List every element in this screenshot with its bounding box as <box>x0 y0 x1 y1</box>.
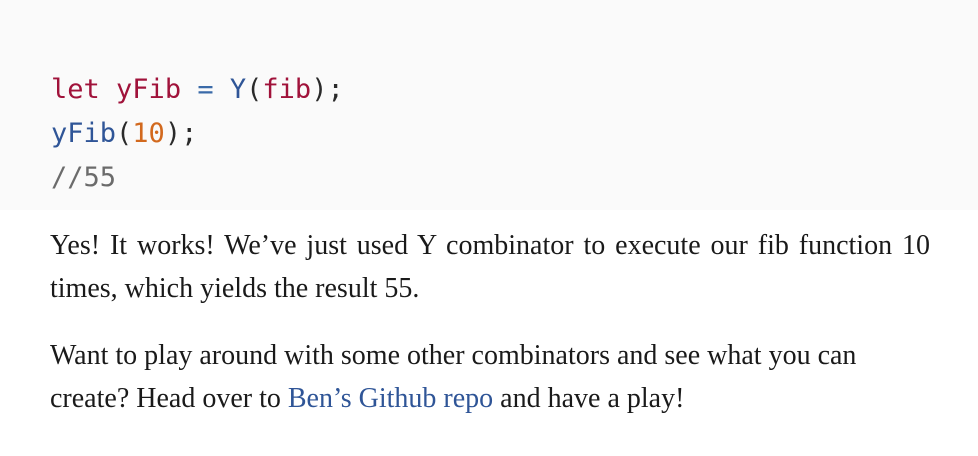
open-paren: ( <box>116 118 133 149</box>
code-line-3-comment: //55 <box>51 162 117 193</box>
code-line-2: yFib(10); <box>51 112 978 156</box>
argument-fib: fib <box>262 74 312 105</box>
github-repo-link[interactable]: Ben’s Github repo <box>288 383 493 414</box>
code-block: let yFib = Y(fib); yFib(10); //55 <box>0 0 978 210</box>
number-literal: 10 <box>132 118 165 149</box>
article-page: let yFib = Y(fib); yFib(10); //55 Yes! I… <box>0 0 978 456</box>
function-yfib-call: yFib <box>51 118 117 149</box>
close-paren: ); <box>164 118 198 149</box>
variable-yfib: yFib <box>116 74 182 105</box>
keyword-let: let <box>51 74 100 105</box>
function-y: Y <box>229 74 247 105</box>
assign-operator: = <box>197 74 214 105</box>
open-paren: ( <box>246 74 263 105</box>
paragraph-invitation-text-after: and have a play! <box>493 383 685 414</box>
close-paren: ); <box>311 74 344 105</box>
paragraph-result: Yes! It works! We’ve just used Y combina… <box>50 230 930 304</box>
article-body: Yes! It works! We’ve just used Y combina… <box>50 224 930 444</box>
paragraph-invitation: Want to play around with some other comb… <box>50 334 930 420</box>
code-line-1: let yFib = Y(fib); <box>51 68 978 112</box>
